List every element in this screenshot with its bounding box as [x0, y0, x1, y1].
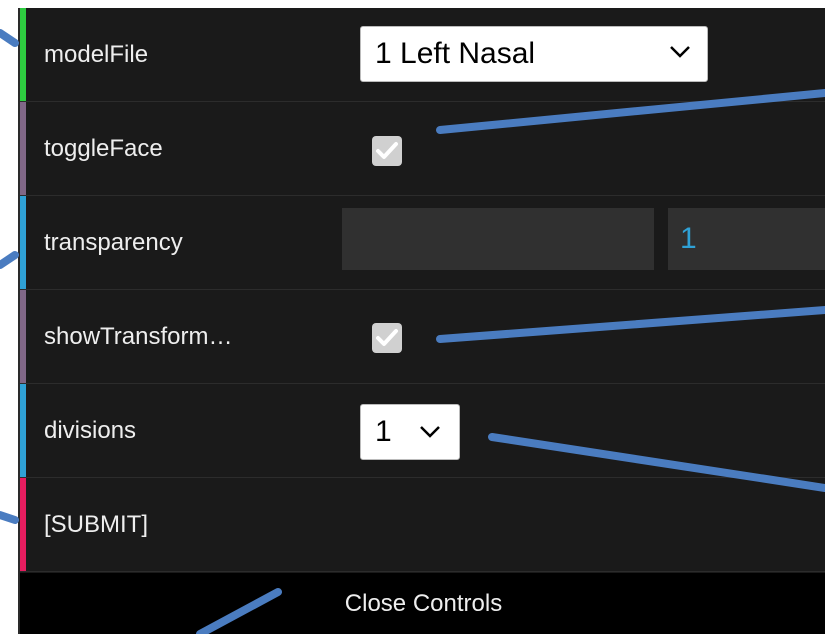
annotation-callout-lines: [0, 29, 825, 634]
callout-line: [0, 29, 19, 47]
callout-line: [196, 588, 282, 634]
callout-line: [436, 89, 825, 134]
callout-line: [436, 306, 825, 343]
callout-line: [488, 433, 825, 492]
callout-line: [0, 251, 19, 269]
callout-line: [0, 511, 19, 524]
